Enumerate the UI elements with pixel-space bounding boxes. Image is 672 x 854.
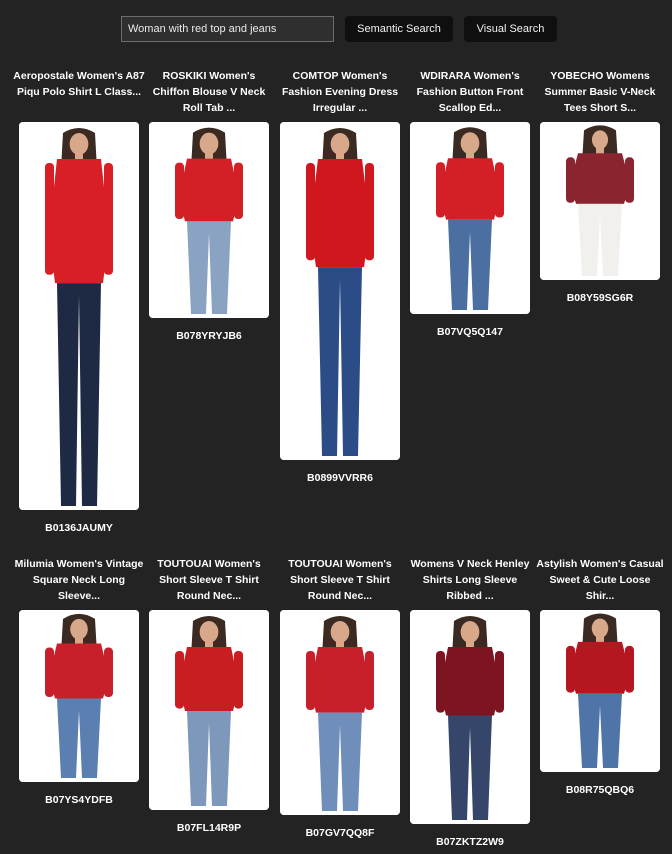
product-image[interactable] xyxy=(410,610,530,824)
product-title: COMTOP Women's Fashion Evening Dress Irr… xyxy=(281,70,399,114)
product-asin: B0136JAUMY xyxy=(45,522,113,534)
product-asin: B08Y59SG6R xyxy=(566,292,634,304)
product-title: Astylish Women's Casual Sweet & Cute Loo… xyxy=(536,558,664,602)
woman-red-loose-shirt-jeans xyxy=(540,610,660,772)
product-image[interactable] xyxy=(410,122,530,314)
search-input[interactable] xyxy=(121,16,334,42)
woman-red-polo-jeans xyxy=(19,122,139,510)
product-asin: B0899VVRR6 xyxy=(307,472,373,484)
woman-red-high-low-dress xyxy=(280,122,400,460)
product-title: Milumia Women's Vintage Square Neck Long… xyxy=(14,558,144,602)
woman-maroon-tee-white-shorts xyxy=(540,122,660,280)
woman-red-tee-denim-shorts xyxy=(149,610,269,810)
product-image[interactable] xyxy=(280,610,400,815)
product-title: Aeropostale Women's A87 Piqu Polo Shirt … xyxy=(13,70,145,98)
product-title: YOBECHO Womens Summer Basic V-Neck Tees … xyxy=(544,70,656,114)
product-title: WDIRARA Women's Fashion Button Front Sca… xyxy=(416,70,524,114)
product-asin: B07FL14R9P xyxy=(176,822,242,834)
product-asin: B08R75QBQ6 xyxy=(565,784,635,796)
woman-red-striped-top-shorts xyxy=(280,610,400,815)
product-image[interactable] xyxy=(149,122,269,318)
semantic-search-button[interactable]: Semantic Search xyxy=(345,16,453,42)
woman-maroon-henley-jeans xyxy=(410,610,530,824)
product-asin: B07GV7QQ8F xyxy=(305,827,375,839)
product-asin: B078YRYJB6 xyxy=(176,330,242,342)
visual-search-button[interactable]: Visual Search xyxy=(464,16,557,42)
product-asin: B07ZKTZ2W9 xyxy=(436,836,504,848)
product-asin: B07YS4YDFB xyxy=(45,794,113,806)
product-image[interactable] xyxy=(149,610,269,810)
product-asin: B07VQ5Q147 xyxy=(437,326,503,338)
product-image[interactable] xyxy=(280,122,400,460)
product-title: TOUTOUAI Women's Short Sleeve T Shirt Ro… xyxy=(157,558,261,602)
woman-red-square-neck-top xyxy=(19,610,139,782)
product-image[interactable] xyxy=(19,610,139,782)
woman-red-scallop-top xyxy=(410,122,530,314)
product-title: ROSKIKI Women's Chiffon Blouse V Neck Ro… xyxy=(152,70,266,114)
product-image[interactable] xyxy=(540,122,660,280)
product-image[interactable] xyxy=(540,610,660,772)
woman-red-blouse-ripped-jeans xyxy=(149,122,269,318)
product-title: Womens V Neck Henley Shirts Long Sleeve … xyxy=(410,558,530,602)
product-image[interactable] xyxy=(19,122,139,510)
product-title: TOUTOUAI Women's Short Sleeve T Shirt Ro… xyxy=(288,558,392,602)
